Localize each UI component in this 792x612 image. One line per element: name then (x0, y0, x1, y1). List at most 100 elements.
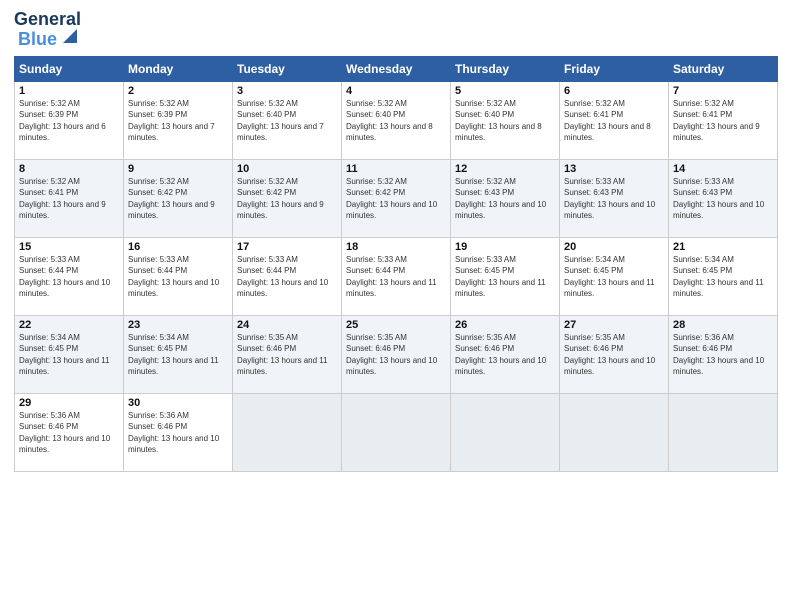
day-number: 11 (346, 163, 446, 175)
day-number: 25 (346, 319, 446, 331)
week-row-4: 29Sunrise: 5:36 AMSunset: 6:46 PMDayligh… (15, 393, 778, 471)
day-info: Sunrise: 5:35 AMSunset: 6:46 PMDaylight:… (346, 332, 446, 378)
day-cell: 17Sunrise: 5:33 AMSunset: 6:44 PMDayligh… (233, 237, 342, 315)
day-number: 9 (128, 163, 228, 175)
day-cell: 19Sunrise: 5:33 AMSunset: 6:45 PMDayligh… (451, 237, 560, 315)
col-header-wednesday: Wednesday (342, 56, 451, 81)
day-info: Sunrise: 5:32 AMSunset: 6:39 PMDaylight:… (19, 98, 119, 144)
day-number: 22 (19, 319, 119, 331)
day-cell: 11Sunrise: 5:32 AMSunset: 6:42 PMDayligh… (342, 159, 451, 237)
day-cell (560, 393, 669, 471)
week-row-1: 8Sunrise: 5:32 AMSunset: 6:41 PMDaylight… (15, 159, 778, 237)
day-cell (669, 393, 778, 471)
week-row-3: 22Sunrise: 5:34 AMSunset: 6:45 PMDayligh… (15, 315, 778, 393)
day-info: Sunrise: 5:33 AMSunset: 6:44 PMDaylight:… (19, 254, 119, 300)
day-cell: 21Sunrise: 5:34 AMSunset: 6:45 PMDayligh… (669, 237, 778, 315)
day-info: Sunrise: 5:33 AMSunset: 6:44 PMDaylight:… (346, 254, 446, 300)
header: General Blue (14, 10, 778, 50)
day-info: Sunrise: 5:35 AMSunset: 6:46 PMDaylight:… (564, 332, 664, 378)
day-cell: 1Sunrise: 5:32 AMSunset: 6:39 PMDaylight… (15, 81, 124, 159)
day-cell: 15Sunrise: 5:33 AMSunset: 6:44 PMDayligh… (15, 237, 124, 315)
day-info: Sunrise: 5:35 AMSunset: 6:46 PMDaylight:… (237, 332, 337, 378)
day-cell: 25Sunrise: 5:35 AMSunset: 6:46 PMDayligh… (342, 315, 451, 393)
day-info: Sunrise: 5:35 AMSunset: 6:46 PMDaylight:… (455, 332, 555, 378)
day-cell: 26Sunrise: 5:35 AMSunset: 6:46 PMDayligh… (451, 315, 560, 393)
day-number: 17 (237, 241, 337, 253)
day-cell: 8Sunrise: 5:32 AMSunset: 6:41 PMDaylight… (15, 159, 124, 237)
day-cell: 27Sunrise: 5:35 AMSunset: 6:46 PMDayligh… (560, 315, 669, 393)
day-cell: 20Sunrise: 5:34 AMSunset: 6:45 PMDayligh… (560, 237, 669, 315)
day-number: 29 (19, 397, 119, 409)
day-info: Sunrise: 5:33 AMSunset: 6:43 PMDaylight:… (564, 176, 664, 222)
day-number: 16 (128, 241, 228, 253)
day-info: Sunrise: 5:32 AMSunset: 6:42 PMDaylight:… (128, 176, 228, 222)
col-header-thursday: Thursday (451, 56, 560, 81)
day-number: 14 (673, 163, 773, 175)
day-number: 3 (237, 85, 337, 97)
day-cell: 4Sunrise: 5:32 AMSunset: 6:40 PMDaylight… (342, 81, 451, 159)
day-cell: 6Sunrise: 5:32 AMSunset: 6:41 PMDaylight… (560, 81, 669, 159)
day-cell: 16Sunrise: 5:33 AMSunset: 6:44 PMDayligh… (124, 237, 233, 315)
col-header-monday: Monday (124, 56, 233, 81)
header-row: SundayMondayTuesdayWednesdayThursdayFrid… (15, 56, 778, 81)
day-number: 28 (673, 319, 773, 331)
day-number: 23 (128, 319, 228, 331)
day-number: 10 (237, 163, 337, 175)
day-cell: 24Sunrise: 5:35 AMSunset: 6:46 PMDayligh… (233, 315, 342, 393)
logo-text-blue: Blue (18, 30, 57, 50)
day-number: 5 (455, 85, 555, 97)
day-cell: 7Sunrise: 5:32 AMSunset: 6:41 PMDaylight… (669, 81, 778, 159)
week-row-2: 15Sunrise: 5:33 AMSunset: 6:44 PMDayligh… (15, 237, 778, 315)
day-number: 2 (128, 85, 228, 97)
col-header-friday: Friday (560, 56, 669, 81)
day-info: Sunrise: 5:34 AMSunset: 6:45 PMDaylight:… (19, 332, 119, 378)
day-cell: 13Sunrise: 5:33 AMSunset: 6:43 PMDayligh… (560, 159, 669, 237)
day-cell: 23Sunrise: 5:34 AMSunset: 6:45 PMDayligh… (124, 315, 233, 393)
col-header-tuesday: Tuesday (233, 56, 342, 81)
day-info: Sunrise: 5:32 AMSunset: 6:42 PMDaylight:… (237, 176, 337, 222)
day-cell (233, 393, 342, 471)
day-info: Sunrise: 5:36 AMSunset: 6:46 PMDaylight:… (128, 410, 228, 456)
day-number: 20 (564, 241, 664, 253)
day-number: 13 (564, 163, 664, 175)
day-info: Sunrise: 5:32 AMSunset: 6:40 PMDaylight:… (237, 98, 337, 144)
day-info: Sunrise: 5:32 AMSunset: 6:39 PMDaylight:… (128, 98, 228, 144)
day-number: 30 (128, 397, 228, 409)
day-number: 24 (237, 319, 337, 331)
day-number: 21 (673, 241, 773, 253)
day-number: 1 (19, 85, 119, 97)
day-info: Sunrise: 5:33 AMSunset: 6:44 PMDaylight:… (237, 254, 337, 300)
day-info: Sunrise: 5:32 AMSunset: 6:43 PMDaylight:… (455, 176, 555, 222)
day-number: 26 (455, 319, 555, 331)
day-cell: 14Sunrise: 5:33 AMSunset: 6:43 PMDayligh… (669, 159, 778, 237)
col-header-sunday: Sunday (15, 56, 124, 81)
day-number: 12 (455, 163, 555, 175)
day-info: Sunrise: 5:33 AMSunset: 6:43 PMDaylight:… (673, 176, 773, 222)
day-number: 27 (564, 319, 664, 331)
day-info: Sunrise: 5:36 AMSunset: 6:46 PMDaylight:… (19, 410, 119, 456)
day-cell: 5Sunrise: 5:32 AMSunset: 6:40 PMDaylight… (451, 81, 560, 159)
calendar-table: SundayMondayTuesdayWednesdayThursdayFrid… (14, 56, 778, 472)
day-info: Sunrise: 5:36 AMSunset: 6:46 PMDaylight:… (673, 332, 773, 378)
col-header-saturday: Saturday (669, 56, 778, 81)
day-number: 18 (346, 241, 446, 253)
day-info: Sunrise: 5:33 AMSunset: 6:44 PMDaylight:… (128, 254, 228, 300)
day-cell: 29Sunrise: 5:36 AMSunset: 6:46 PMDayligh… (15, 393, 124, 471)
day-number: 6 (564, 85, 664, 97)
day-cell: 30Sunrise: 5:36 AMSunset: 6:46 PMDayligh… (124, 393, 233, 471)
day-cell (342, 393, 451, 471)
day-cell: 28Sunrise: 5:36 AMSunset: 6:46 PMDayligh… (669, 315, 778, 393)
day-info: Sunrise: 5:32 AMSunset: 6:40 PMDaylight:… (455, 98, 555, 144)
day-number: 8 (19, 163, 119, 175)
day-number: 7 (673, 85, 773, 97)
day-cell: 22Sunrise: 5:34 AMSunset: 6:45 PMDayligh… (15, 315, 124, 393)
day-cell: 12Sunrise: 5:32 AMSunset: 6:43 PMDayligh… (451, 159, 560, 237)
day-cell: 10Sunrise: 5:32 AMSunset: 6:42 PMDayligh… (233, 159, 342, 237)
day-info: Sunrise: 5:32 AMSunset: 6:41 PMDaylight:… (19, 176, 119, 222)
day-info: Sunrise: 5:32 AMSunset: 6:42 PMDaylight:… (346, 176, 446, 222)
day-number: 19 (455, 241, 555, 253)
day-info: Sunrise: 5:32 AMSunset: 6:41 PMDaylight:… (564, 98, 664, 144)
week-row-0: 1Sunrise: 5:32 AMSunset: 6:39 PMDaylight… (15, 81, 778, 159)
logo: General Blue (14, 10, 81, 50)
day-cell (451, 393, 560, 471)
